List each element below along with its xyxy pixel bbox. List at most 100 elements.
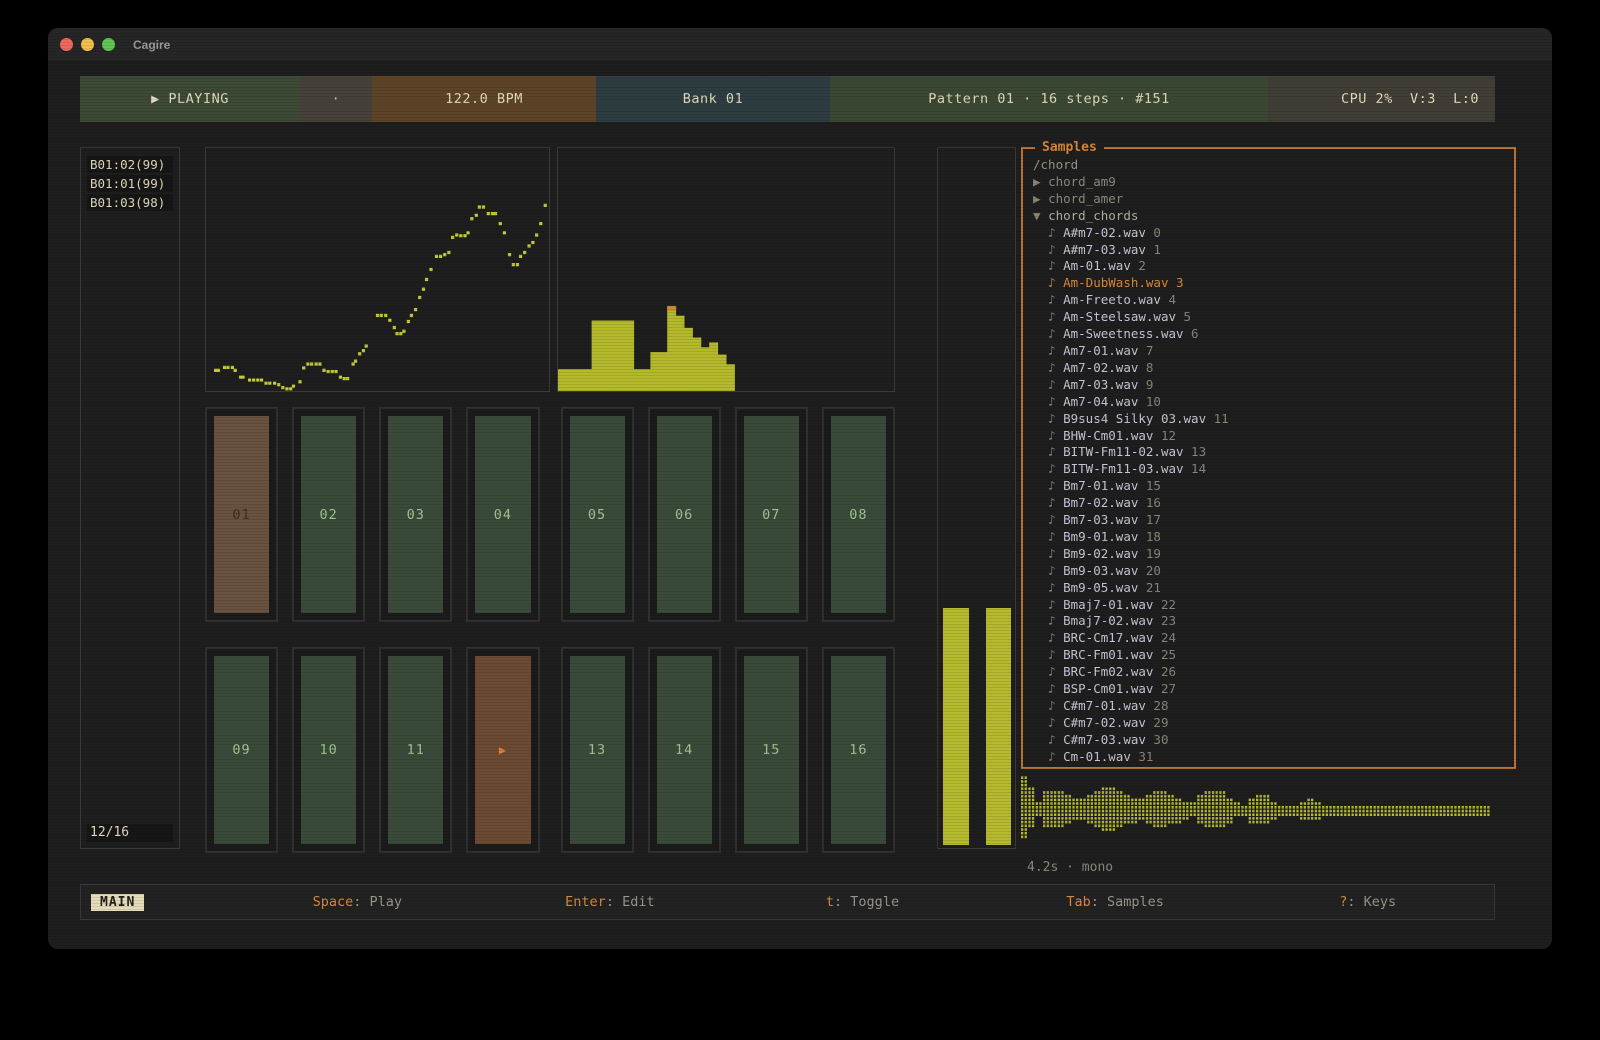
pad-01[interactable]: 01 (205, 407, 278, 622)
sample-file-row[interactable]: ♪ Bm9-02.wav 19 (1033, 546, 1504, 563)
pad-03[interactable]: 03 (379, 407, 452, 622)
sample-file-row[interactable]: ♪ Am7-03.wav 9 (1033, 377, 1504, 394)
sample-file-index: 14 (1184, 461, 1207, 476)
sample-file-row[interactable]: ♪ Am7-04.wav 10 (1033, 394, 1504, 411)
pad-fill: 16 (831, 656, 886, 844)
folder-row[interactable]: ▼ chord_chords (1033, 208, 1504, 225)
music-note-icon: ♪ (1033, 613, 1063, 628)
sample-file-name: Bm9-03.wav (1063, 563, 1138, 578)
pad-07[interactable]: 07 (735, 407, 808, 622)
pad-label: 03 (407, 507, 425, 523)
sample-file-row[interactable]: ♪ BITW-Fm11-02.wav 13 (1033, 444, 1504, 461)
sample-file-row[interactable]: ♪ Bm9-01.wav 18 (1033, 529, 1504, 546)
sample-file-index: 24 (1153, 630, 1176, 645)
sample-file-index: 26 (1153, 664, 1176, 679)
sample-file-row[interactable]: ♪ BRC-Cm17.wav 24 (1033, 630, 1504, 647)
sample-file-name: BITW-Fm11-02.wav (1063, 444, 1183, 459)
sample-file-row[interactable]: ♪ C#m7-03.wav 30 (1033, 732, 1504, 749)
folder-row[interactable]: ▶ chord_am9 (1033, 174, 1504, 191)
sample-file-row[interactable]: ♪ Bm9-03.wav 20 (1033, 563, 1504, 580)
hint-key: t (826, 894, 834, 910)
sample-file-name: Am-Freeto.wav (1063, 292, 1161, 307)
sample-file-index: 8 (1138, 360, 1153, 375)
status-segment-dot: · (300, 76, 372, 122)
sample-path: /chord (1033, 157, 1504, 174)
music-note-icon: ♪ (1033, 715, 1063, 730)
sample-file-row[interactable]: ♪ A#m7-03.wav 1 (1033, 242, 1504, 259)
pad-15[interactable]: 15 (735, 647, 808, 853)
sample-file-name: Am7-03.wav (1063, 377, 1138, 392)
pad-13[interactable]: 13 (561, 647, 634, 853)
sample-file-index: 30 (1146, 732, 1169, 747)
sample-file-row[interactable]: ♪ C#m7-02.wav 29 (1033, 715, 1504, 732)
sample-file-row[interactable]: ♪ Am7-02.wav 8 (1033, 360, 1504, 377)
pad-09[interactable]: 09 (205, 647, 278, 853)
sample-file-index: 5 (1176, 309, 1191, 324)
pad-fill: 03 (388, 416, 443, 613)
sample-file-name: Am-01.wav (1063, 258, 1131, 273)
hint-action: : Keys (1347, 894, 1396, 910)
sample-file-index: 6 (1184, 326, 1199, 341)
sample-file-row[interactable]: ♪ Bmaj7-02.wav 23 (1033, 613, 1504, 630)
pad-16[interactable]: 16 (822, 647, 895, 853)
minimize-button[interactable] (81, 38, 94, 51)
pad-04[interactable]: 04 (466, 407, 539, 622)
music-note-icon: ♪ (1033, 428, 1063, 443)
sample-file-name: C#m7-03.wav (1063, 732, 1146, 747)
folder-row[interactable]: ▶ chord_amer (1033, 191, 1504, 208)
sample-tree: /chord▶ chord_am9▶ chord_amer▼ chord_cho… (1033, 157, 1504, 766)
sample-file-row[interactable]: ♪ A#m7-02.wav 0 (1033, 225, 1504, 242)
sample-file-row[interactable]: ♪ Am-DubWash.wav 3 (1033, 275, 1504, 292)
sample-file-row[interactable]: ♪ BITW-Fm11-03.wav 14 (1033, 461, 1504, 478)
pad-row-2: 09 10 11 ▶ 131415 16 (205, 647, 895, 853)
music-note-icon: ♪ (1033, 326, 1063, 341)
pad-11[interactable]: 11 (379, 647, 452, 853)
pad-02[interactable]: 02 (292, 407, 365, 622)
samples-browser[interactable]: Samples /chord▶ chord_am9▶ chord_amer▼ c… (1021, 147, 1516, 769)
music-note-icon: ♪ (1033, 732, 1063, 747)
pad-12[interactable]: ▶ (466, 647, 539, 853)
sample-file-index: 28 (1146, 698, 1169, 713)
music-note-icon: ♪ (1033, 377, 1063, 392)
pad-label: 10 (320, 742, 338, 758)
pad-label: 16 (849, 742, 867, 758)
sample-file-name: Am7-02.wav (1063, 360, 1138, 375)
sample-file-row[interactable]: ♪ Bmaj7-01.wav 22 (1033, 597, 1504, 614)
sample-file-row[interactable]: ♪ BRC-Fm02.wav 26 (1033, 664, 1504, 681)
pad-14[interactable]: 14 (648, 647, 721, 853)
sample-file-index: 20 (1138, 563, 1161, 578)
sample-file-row[interactable]: ♪ Bm7-03.wav 17 (1033, 512, 1504, 529)
sample-file-row[interactable]: ♪ Am-Sweetness.wav 6 (1033, 326, 1504, 343)
sample-file-row[interactable]: ♪ Bm7-01.wav 15 (1033, 478, 1504, 495)
sample-file-index: 17 (1138, 512, 1161, 527)
pad-08[interactable]: 08 (822, 407, 895, 622)
sample-file-name: Cm-01.wav (1063, 749, 1131, 764)
sample-file-name: Bm9-01.wav (1063, 529, 1138, 544)
music-note-icon: ♪ (1033, 309, 1063, 324)
zoom-button[interactable] (102, 38, 115, 51)
hint-action: : Samples (1091, 894, 1164, 910)
sample-file-row[interactable]: ♪ Am-01.wav 2 (1033, 258, 1504, 275)
sample-file-index: 18 (1138, 529, 1161, 544)
hint-enter: Enter: Edit (565, 894, 654, 910)
sample-file-index: 22 (1153, 597, 1176, 612)
pad-10[interactable]: 10 (292, 647, 365, 853)
pad-05[interactable]: 05 (561, 407, 634, 622)
pad-fill: 04 (475, 416, 530, 613)
sample-file-row[interactable]: ♪ BSP-Cm01.wav 27 (1033, 681, 1504, 698)
sample-file-row[interactable]: ♪ Bm7-02.wav 16 (1033, 495, 1504, 512)
play-icon: ▶ (499, 743, 507, 757)
close-button[interactable] (60, 38, 73, 51)
sample-file-row[interactable]: ♪ Cm-01.wav 31 (1033, 749, 1504, 766)
sample-file-row[interactable]: ♪ BRC-Fm01.wav 25 (1033, 647, 1504, 664)
sample-file-row[interactable]: ♪ B9sus4 Silky 03.wav 11 (1033, 411, 1504, 428)
sample-file-row[interactable]: ♪ Am-Freeto.wav 4 (1033, 292, 1504, 309)
sample-file-row[interactable]: ♪ BHW-Cm01.wav 12 (1033, 428, 1504, 445)
sample-file-row[interactable]: ♪ Am7-01.wav 7 (1033, 343, 1504, 360)
sample-file-row[interactable]: ♪ Bm9-05.wav 21 (1033, 580, 1504, 597)
pad-06[interactable]: 06 (648, 407, 721, 622)
pad-fill: 10 (301, 656, 356, 844)
sample-file-row[interactable]: ♪ Am-Steelsaw.wav 5 (1033, 309, 1504, 326)
pad-fill: 01 (214, 416, 269, 613)
sample-file-row[interactable]: ♪ C#m7-01.wav 28 (1033, 698, 1504, 715)
